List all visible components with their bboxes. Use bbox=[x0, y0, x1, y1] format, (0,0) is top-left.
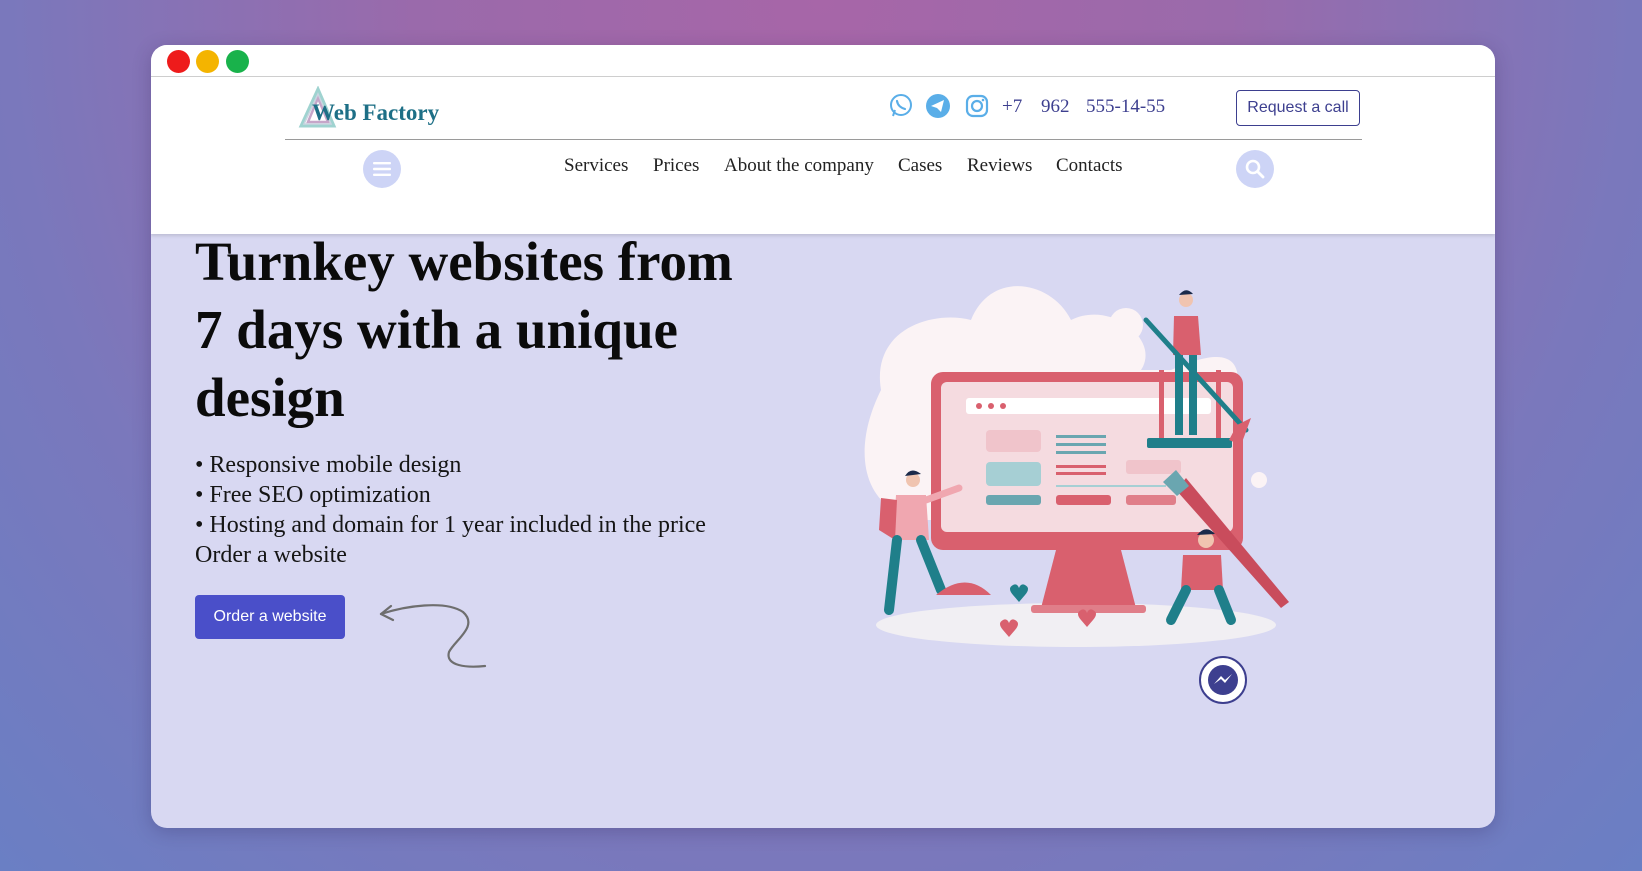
site-header: Web Factory +7 962 555-14-55 Request a c… bbox=[151, 77, 1495, 234]
whatsapp-icon[interactable] bbox=[888, 93, 914, 119]
maximize-window-button[interactable] bbox=[226, 50, 249, 73]
instagram-icon[interactable] bbox=[964, 93, 990, 119]
feature-item: • Responsive mobile design bbox=[195, 452, 462, 478]
order-website-button[interactable]: Order a website bbox=[195, 595, 345, 639]
close-window-button[interactable] bbox=[167, 50, 190, 73]
nav-contacts[interactable]: Contacts bbox=[1056, 155, 1123, 177]
squiggle-arrow-icon bbox=[379, 604, 487, 668]
feature-list: • Responsive mobile design • Free SEO op… bbox=[195, 450, 706, 570]
phone-number[interactable]: 555-14-55 bbox=[1086, 96, 1165, 118]
hero-title-line: 7 days with a unique bbox=[195, 299, 678, 360]
nav-services[interactable]: Services bbox=[564, 155, 628, 177]
nav-prices[interactable]: Prices bbox=[653, 155, 699, 177]
hero-subtext: Order a website bbox=[195, 542, 347, 568]
nav-reviews[interactable]: Reviews bbox=[967, 155, 1032, 177]
feature-item: • Free SEO optimization bbox=[195, 482, 431, 508]
messenger-icon[interactable] bbox=[1198, 655, 1248, 705]
logo-text[interactable]: Web Factory bbox=[312, 100, 439, 126]
search-button[interactable] bbox=[1236, 150, 1274, 188]
telegram-icon[interactable] bbox=[925, 93, 951, 119]
web-design-illustration bbox=[864, 286, 1289, 647]
request-call-button[interactable]: Request a call bbox=[1236, 90, 1360, 126]
browser-window: Web Factory +7 962 555-14-55 Request a c… bbox=[151, 45, 1495, 828]
window-titlebar bbox=[151, 45, 1495, 77]
minimize-window-button[interactable] bbox=[196, 50, 219, 73]
hero-title: Turnkey websites from 7 days with a uniq… bbox=[195, 228, 835, 432]
menu-icon bbox=[373, 162, 391, 176]
menu-button[interactable] bbox=[363, 150, 401, 188]
phone-code[interactable]: +7 bbox=[1002, 96, 1022, 118]
header-divider bbox=[285, 139, 1362, 140]
phone-area[interactable]: 962 bbox=[1041, 96, 1070, 118]
nav-cases[interactable]: Cases bbox=[898, 155, 942, 177]
nav-about-company[interactable]: About the company bbox=[724, 155, 874, 177]
main-nav: Services Prices About the company Cases … bbox=[151, 150, 1495, 188]
search-icon bbox=[1245, 159, 1265, 179]
feature-item: • Hosting and domain for 1 year included… bbox=[195, 512, 706, 538]
hero-title-line: Turnkey websites from bbox=[195, 231, 733, 292]
hero-title-line: design bbox=[195, 367, 345, 428]
